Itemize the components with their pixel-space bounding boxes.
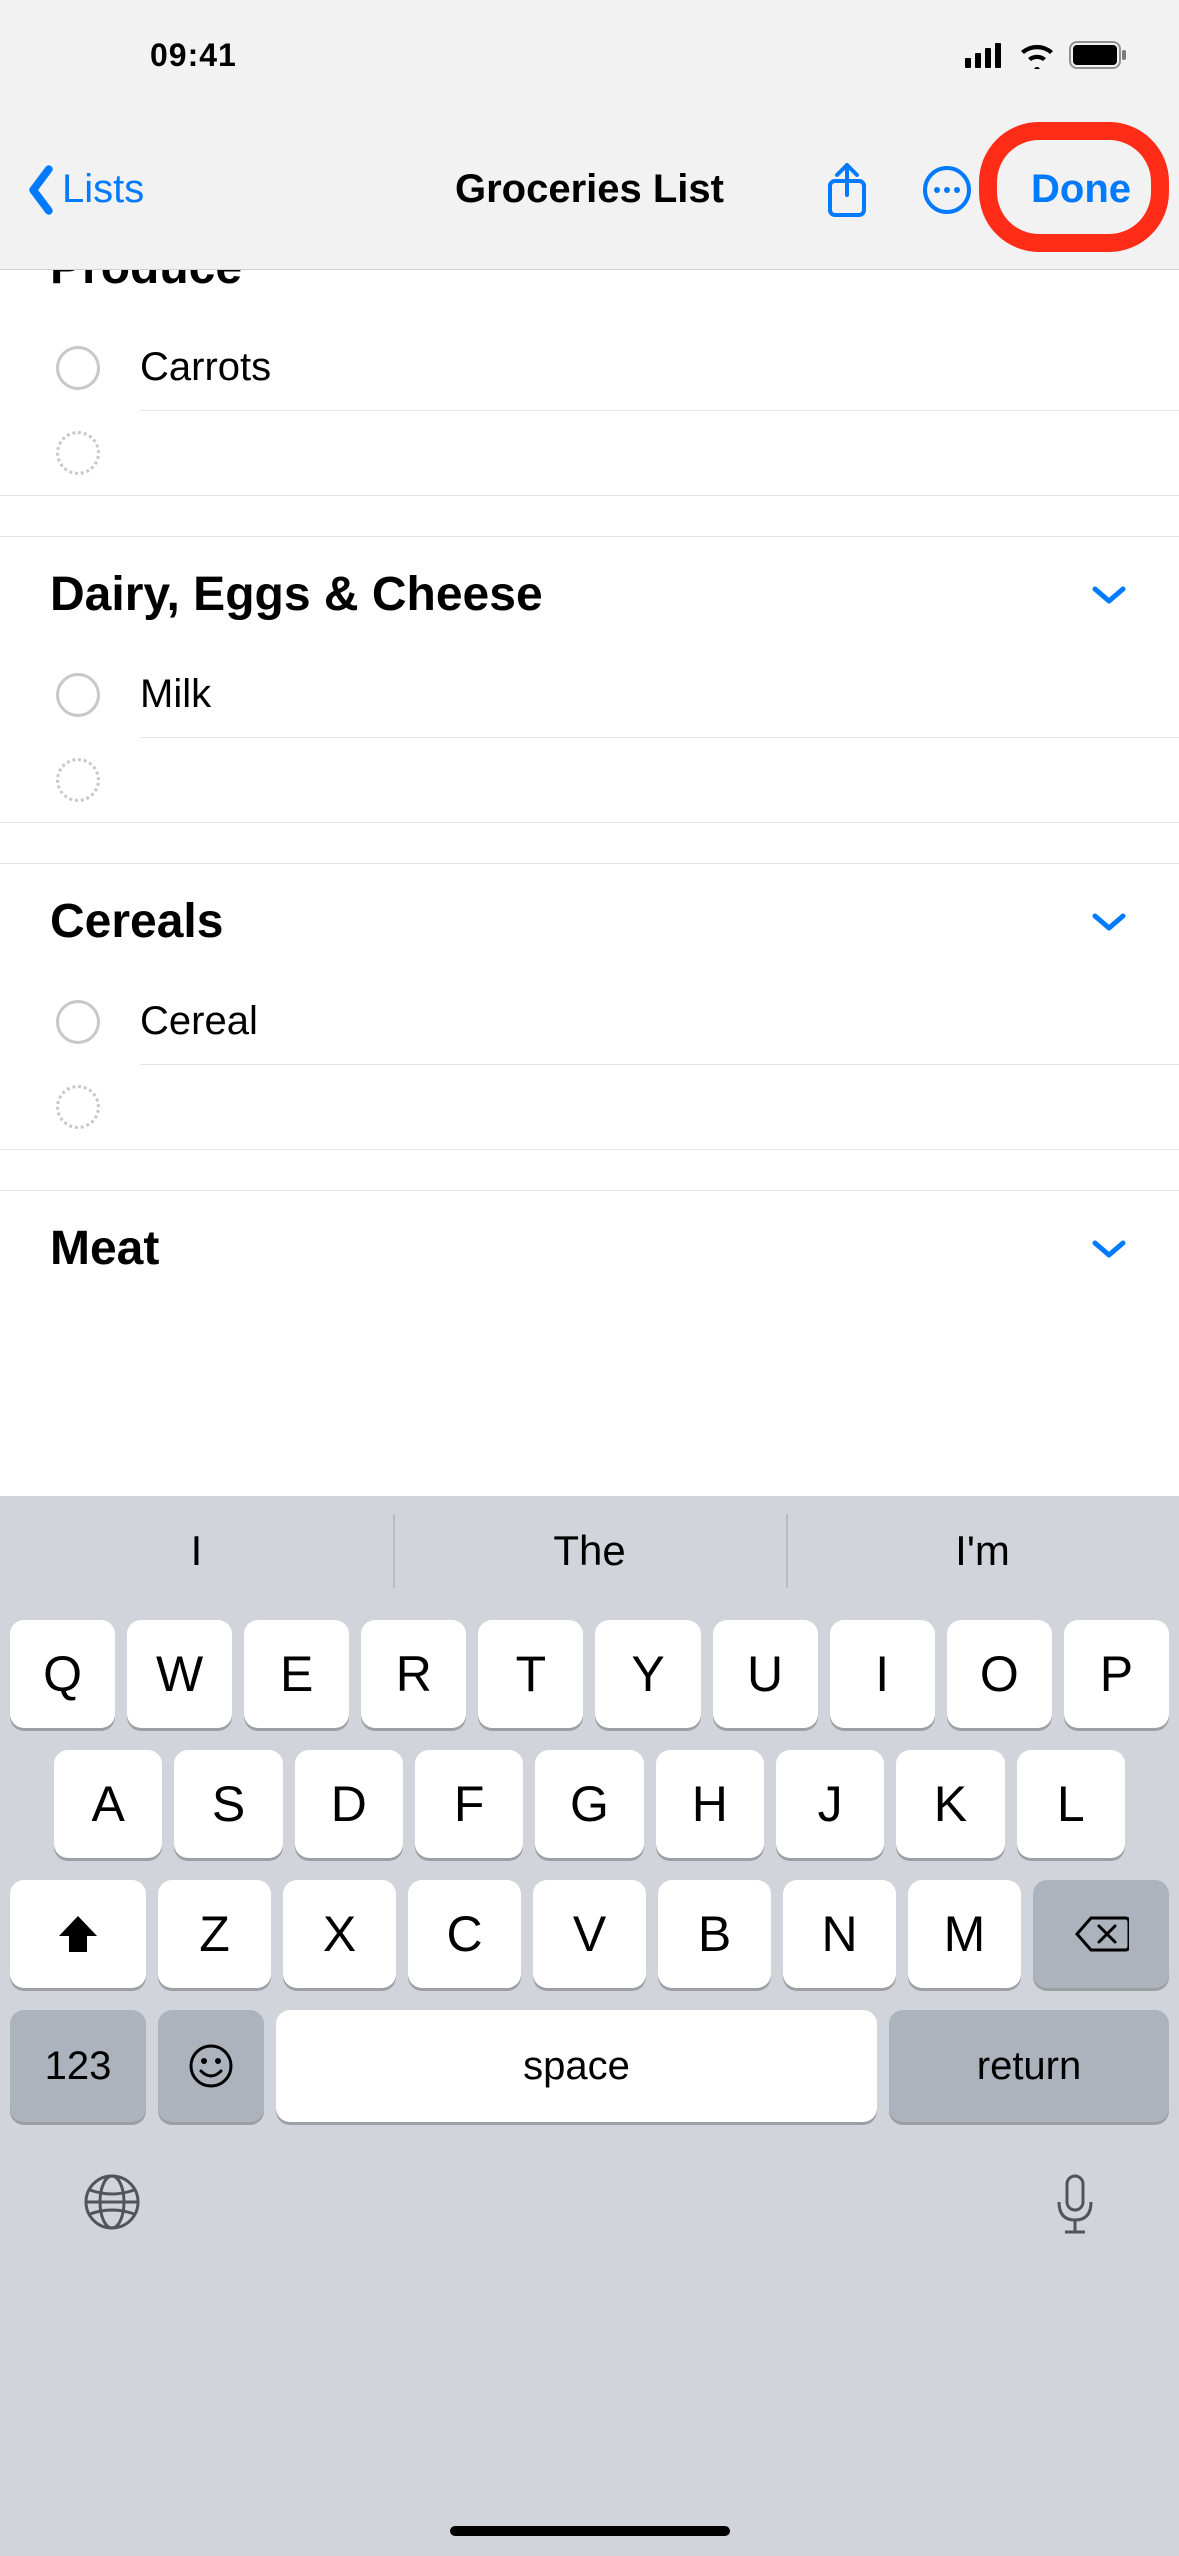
page-title: Groceries List — [455, 167, 724, 212]
section-title: Cereals — [50, 894, 223, 949]
section-produce: Produce Carrots — [0, 270, 1179, 496]
key-s[interactable]: S — [174, 1750, 282, 1858]
key-emoji[interactable] — [158, 2010, 264, 2122]
key-j[interactable]: J — [776, 1750, 884, 1858]
key-h[interactable]: H — [656, 1750, 764, 1858]
chevron-down-icon[interactable] — [1089, 583, 1129, 607]
new-reminder-row[interactable] — [0, 411, 1179, 495]
globe-icon — [80, 2170, 144, 2234]
key-n[interactable]: N — [783, 1880, 896, 1988]
chevron-left-icon — [24, 164, 58, 216]
key-l[interactable]: L — [1017, 1750, 1125, 1858]
section-title: Dairy, Eggs & Cheese — [50, 567, 543, 622]
back-label: Lists — [62, 167, 144, 212]
reminder-item[interactable]: Carrots — [0, 325, 1179, 410]
key-return[interactable]: return — [889, 2010, 1169, 2122]
key-u[interactable]: U — [713, 1620, 818, 1728]
section-header[interactable]: Produce — [0, 270, 1179, 325]
key-row-1: Q W E R T Y U I O P — [10, 1620, 1169, 1728]
shift-icon — [55, 1912, 101, 1956]
emoji-icon — [186, 2041, 236, 2091]
key-row-2: A S D F G H J K L — [10, 1750, 1169, 1858]
section-header[interactable]: Cereals — [0, 864, 1179, 979]
reminder-title[interactable]: Milk — [140, 672, 211, 717]
backspace-icon — [1073, 1914, 1129, 1954]
new-reminder-toggle — [56, 1085, 100, 1129]
chevron-down-icon[interactable] — [1089, 910, 1129, 934]
new-reminder-toggle — [56, 758, 100, 802]
share-button[interactable] — [817, 160, 877, 220]
key-m[interactable]: M — [908, 1880, 1021, 1988]
key-q[interactable]: Q — [10, 1620, 115, 1728]
chevron-down-icon[interactable] — [1089, 1237, 1129, 1261]
globe-button[interactable] — [80, 2170, 144, 2239]
key-shift[interactable] — [10, 1880, 146, 1988]
key-w[interactable]: W — [127, 1620, 232, 1728]
ellipsis-circle-icon — [922, 165, 972, 215]
cellular-icon — [965, 42, 1005, 68]
key-v[interactable]: V — [533, 1880, 646, 1988]
more-button[interactable] — [917, 160, 977, 220]
section-dairy: Dairy, Eggs & Cheese Milk — [0, 536, 1179, 823]
complete-toggle[interactable] — [56, 1000, 100, 1044]
key-a[interactable]: A — [54, 1750, 162, 1858]
complete-toggle[interactable] — [56, 673, 100, 717]
suggestion[interactable]: The — [393, 1496, 786, 1606]
reminder-title[interactable]: Cereal — [140, 999, 258, 1044]
section-title: Produce — [50, 270, 242, 295]
key-row-3: Z X C V B N M — [10, 1880, 1169, 1988]
section-header[interactable]: Meat — [0, 1191, 1179, 1296]
key-f[interactable]: F — [415, 1750, 523, 1858]
section-meat: Meat — [0, 1190, 1179, 1296]
status-time: 09:41 — [150, 37, 237, 74]
key-k[interactable]: K — [896, 1750, 1004, 1858]
key-t[interactable]: T — [478, 1620, 583, 1728]
new-reminder-toggle — [56, 431, 100, 475]
reminder-item[interactable]: Cereal — [0, 979, 1179, 1064]
key-x[interactable]: X — [283, 1880, 396, 1988]
share-icon — [824, 161, 870, 219]
key-e[interactable]: E — [244, 1620, 349, 1728]
back-button[interactable]: Lists — [24, 164, 144, 216]
key-numbers[interactable]: 123 — [10, 2010, 146, 2122]
keyboard[interactable]: I The I'm Q W E R T Y U I O P A S D F G … — [0, 1496, 1179, 2556]
new-reminder-row[interactable] — [0, 1065, 1179, 1149]
key-backspace[interactable] — [1033, 1880, 1169, 1988]
key-b[interactable]: B — [658, 1880, 771, 1988]
key-c[interactable]: C — [408, 1880, 521, 1988]
key-r[interactable]: R — [361, 1620, 466, 1728]
battery-icon — [1069, 41, 1129, 69]
status-icons — [965, 41, 1129, 69]
section-title: Meat — [50, 1221, 159, 1276]
dictation-button[interactable] — [1051, 2170, 1099, 2247]
nav-bar: Lists Groceries List Done — [0, 110, 1179, 270]
wifi-icon — [1017, 41, 1057, 69]
status-bar: 09:41 — [0, 0, 1179, 110]
suggestion[interactable]: I'm — [786, 1496, 1179, 1606]
new-reminder-row[interactable] — [0, 738, 1179, 822]
complete-toggle[interactable] — [56, 346, 100, 390]
home-indicator[interactable] — [450, 2526, 730, 2536]
mic-icon — [1051, 2170, 1099, 2242]
keyboard-footer — [0, 2140, 1179, 2310]
key-y[interactable]: Y — [595, 1620, 700, 1728]
done-button[interactable]: Done — [1017, 157, 1145, 222]
suggestion-bar: I The I'm — [0, 1496, 1179, 1606]
section-cereals: Cereals Cereal — [0, 863, 1179, 1150]
key-g[interactable]: G — [535, 1750, 643, 1858]
key-o[interactable]: O — [947, 1620, 1052, 1728]
suggestion[interactable]: I — [0, 1496, 393, 1606]
key-p[interactable]: P — [1064, 1620, 1169, 1728]
list-content[interactable]: Produce Carrots Dairy, Eggs & Cheese Mil… — [0, 270, 1179, 1496]
reminder-item[interactable]: Milk — [0, 652, 1179, 737]
key-row-bottom: 123 space return — [0, 2010, 1179, 2140]
reminder-title[interactable]: Carrots — [140, 345, 271, 390]
key-d[interactable]: D — [295, 1750, 403, 1858]
section-header[interactable]: Dairy, Eggs & Cheese — [0, 537, 1179, 652]
key-i[interactable]: I — [830, 1620, 935, 1728]
key-z[interactable]: Z — [158, 1880, 271, 1988]
key-space[interactable]: space — [276, 2010, 877, 2122]
